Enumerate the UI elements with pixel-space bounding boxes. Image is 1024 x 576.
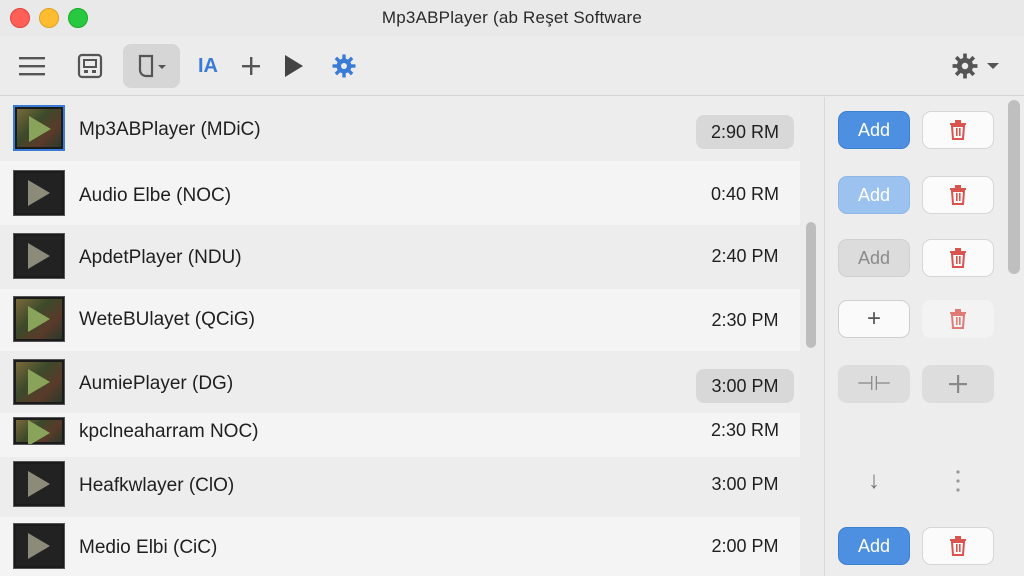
track-name: WeteBUlayet (QCiG)	[79, 309, 255, 330]
zoom-window-button[interactable]	[68, 8, 88, 28]
play-icon	[285, 55, 303, 77]
trash-icon	[950, 309, 966, 329]
play-icon	[28, 369, 50, 395]
track-name: Audio Elbe (NOC)	[79, 185, 232, 206]
track-thumbnail	[13, 359, 65, 405]
table-row[interactable]: Medio Elbi (CiC) 2:00 PM	[0, 517, 800, 576]
table-row[interactable]: Audio Elbe (NOC) 0:40 RM	[0, 161, 800, 225]
play-icon	[28, 420, 50, 444]
save-icon	[77, 53, 103, 79]
text-format-icon: IA	[198, 54, 218, 77]
track-time: 0:40 RM	[710, 183, 780, 204]
move-down-button[interactable]: ↓	[838, 462, 910, 500]
menu-button[interactable]	[12, 44, 52, 88]
track-thumbnail	[13, 461, 65, 507]
split-icon: ⊣⊢	[856, 373, 892, 395]
track-time: 2:30 PM	[711, 309, 779, 330]
play-icon	[28, 471, 50, 497]
play-icon	[28, 243, 50, 269]
close-window-button[interactable]	[10, 8, 30, 28]
delete-button[interactable]	[922, 239, 994, 277]
split-button[interactable]: ⊣⊢	[838, 365, 910, 403]
add-button[interactable]: Add	[838, 527, 910, 565]
play-icon	[28, 533, 50, 559]
track-name: Heafkwlayer (ClO)	[79, 475, 235, 496]
table-row[interactable]: Mp3ABPlayer (MDiC) 2:90 RM	[0, 97, 800, 161]
delete-button[interactable]	[922, 111, 994, 149]
trash-icon	[950, 120, 966, 140]
track-name: Medio Elbi (CiC)	[79, 537, 218, 558]
track-name: ApdetPlayer (NDU)	[79, 247, 242, 268]
play-icon	[28, 306, 50, 332]
add-button[interactable]: Add	[838, 176, 910, 214]
track-name: AumiePlayer (DG)	[79, 373, 234, 394]
title-bar: Mp3ABPlayer (ab Reşet Software	[0, 0, 1024, 36]
actions-scrollbar[interactable]	[1008, 100, 1020, 274]
track-time: 3:00 PM	[696, 369, 794, 403]
plus-icon	[949, 375, 967, 393]
track-list: Mp3ABPlayer (MDiC) 2:90 RM Audio Elbe (N…	[0, 97, 800, 576]
add-plus-button[interactable]: +	[838, 300, 910, 338]
table-row[interactable]: Heafkwlayer (ClO) 3:00 PM	[0, 457, 800, 517]
device-dropdown-button[interactable]	[123, 44, 180, 88]
gear-icon	[952, 53, 978, 79]
track-thumbnail	[13, 105, 65, 151]
trash-icon	[950, 536, 966, 556]
more-vertical-icon	[956, 470, 960, 492]
trash-icon	[950, 185, 966, 205]
track-time: 3:00 PM	[711, 473, 779, 494]
add-button[interactable]: Add	[838, 239, 910, 277]
plus-icon: +	[866, 305, 881, 332]
window-title: Mp3ABPlayer (ab Reşet Software	[381, 8, 643, 27]
track-thumbnail	[13, 170, 65, 216]
menu-icon	[19, 57, 45, 76]
app-settings-menu-button[interactable]	[944, 44, 1008, 88]
delete-button[interactable]	[922, 176, 994, 214]
settings-button[interactable]	[330, 44, 358, 88]
track-thumbnail	[13, 233, 65, 279]
add-icon	[242, 57, 260, 75]
table-row[interactable]: AumiePlayer (DG) 3:00 PM	[0, 351, 800, 413]
add-button[interactable]	[236, 44, 266, 88]
text-format-button[interactable]: IA	[190, 44, 226, 88]
play-button[interactable]	[280, 44, 308, 88]
play-icon	[28, 180, 50, 206]
save-button[interactable]	[70, 44, 110, 88]
track-time: 2:00 PM	[711, 535, 779, 556]
delete-button[interactable]	[922, 527, 994, 565]
chevron-down-icon	[987, 63, 999, 69]
add-button[interactable]: Add	[838, 111, 910, 149]
minimize-window-button[interactable]	[39, 8, 59, 28]
more-options-button[interactable]	[922, 462, 994, 500]
table-row[interactable]: ApdetPlayer (NDU) 2:40 PM	[0, 225, 800, 289]
track-name: Mp3ABPlayer (MDiC)	[79, 119, 261, 140]
settings-gear-icon	[332, 54, 356, 78]
window-controls	[10, 8, 88, 28]
trash-icon	[950, 248, 966, 268]
track-time: 2:90 RM	[696, 115, 794, 149]
toolbar: IA	[0, 36, 1024, 96]
arrow-down-icon: ↓	[868, 467, 880, 494]
table-row[interactable]: WeteBUlayet (QCiG) 2:30 PM	[0, 289, 800, 351]
add-plus-button[interactable]	[922, 365, 994, 403]
device-dropdown-icon	[138, 54, 166, 78]
delete-button[interactable]	[922, 300, 994, 338]
track-name: kpclneaharram NOC)	[79, 421, 259, 442]
play-icon	[29, 116, 51, 142]
track-thumbnail	[13, 296, 65, 342]
track-time: 2:30 RM	[710, 419, 780, 440]
track-time: 2:40 PM	[711, 245, 779, 266]
table-row[interactable]: kpclneaharram NOC) 2:30 RM	[0, 413, 800, 457]
track-thumbnail	[13, 417, 65, 445]
list-scrollbar[interactable]	[806, 222, 816, 348]
track-thumbnail	[13, 523, 65, 569]
